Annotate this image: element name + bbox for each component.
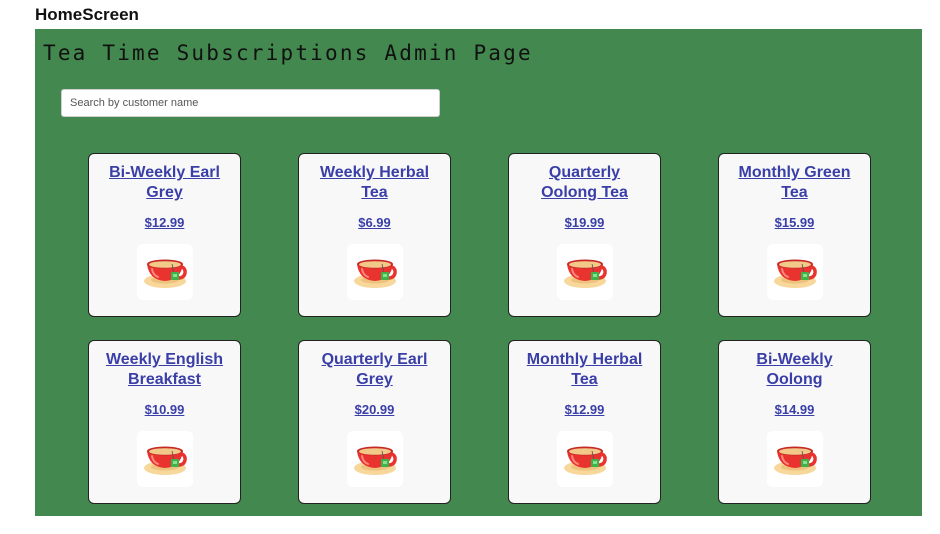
subscription-title-link[interactable]: Weekly English Breakfast bbox=[89, 350, 240, 390]
subscription-title-link[interactable]: Quarterly Earl Grey bbox=[299, 350, 450, 390]
subscription-title-link[interactable]: Bi-Weekly Earl Grey bbox=[89, 163, 240, 203]
admin-app: Tea Time Subscriptions Admin Page Bi-Wee… bbox=[35, 29, 922, 516]
tea-cup-icon bbox=[766, 431, 823, 487]
tea-cup-icon bbox=[346, 431, 403, 487]
subscription-price-link[interactable]: $15.99 bbox=[719, 215, 870, 230]
subscription-card[interactable]: Monthly Green Tea $15.99 bbox=[718, 153, 871, 317]
subscription-title-link[interactable]: Weekly Herbal Tea bbox=[299, 163, 450, 203]
tea-cup-icon bbox=[556, 431, 613, 487]
subscription-card[interactable]: Monthly Herbal Tea $12.99 bbox=[508, 340, 661, 504]
subscription-price-link[interactable]: $10.99 bbox=[89, 402, 240, 417]
subscription-card[interactable]: Weekly Herbal Tea $6.99 bbox=[298, 153, 451, 317]
page-title: Tea Time Subscriptions Admin Page bbox=[43, 41, 533, 65]
customer-search-input[interactable] bbox=[61, 89, 440, 117]
subscription-price-link[interactable]: $6.99 bbox=[299, 215, 450, 230]
tea-cup-icon bbox=[136, 431, 193, 487]
tea-cup-icon bbox=[556, 244, 613, 300]
subscription-grid: Bi-Weekly Earl Grey $12.99 Weekly Herbal… bbox=[88, 153, 871, 504]
subscription-card[interactable]: Bi-Weekly Earl Grey $12.99 bbox=[88, 153, 241, 317]
subscription-price-link[interactable]: $20.99 bbox=[299, 402, 450, 417]
subscription-price-link[interactable]: $12.99 bbox=[89, 215, 240, 230]
subscription-title-link[interactable]: Bi-Weekly Oolong bbox=[719, 350, 870, 390]
subscription-price-link[interactable]: $19.99 bbox=[509, 215, 660, 230]
subscription-card[interactable]: Weekly English Breakfast $10.99 bbox=[88, 340, 241, 504]
subscription-title-link[interactable]: Quarterly Oolong Tea bbox=[509, 163, 660, 203]
subscription-price-link[interactable]: $14.99 bbox=[719, 402, 870, 417]
tea-cup-icon bbox=[136, 244, 193, 300]
tea-cup-icon bbox=[346, 244, 403, 300]
subscription-card[interactable]: Quarterly Oolong Tea $19.99 bbox=[508, 153, 661, 317]
subscription-price-link[interactable]: $12.99 bbox=[509, 402, 660, 417]
screen-label: HomeScreen bbox=[35, 5, 139, 24]
subscription-card[interactable]: Quarterly Earl Grey $20.99 bbox=[298, 340, 451, 504]
subscription-title-link[interactable]: Monthly Herbal Tea bbox=[509, 350, 660, 390]
subscription-title-link[interactable]: Monthly Green Tea bbox=[719, 163, 870, 203]
tea-cup-icon bbox=[766, 244, 823, 300]
subscription-card[interactable]: Bi-Weekly Oolong $14.99 bbox=[718, 340, 871, 504]
